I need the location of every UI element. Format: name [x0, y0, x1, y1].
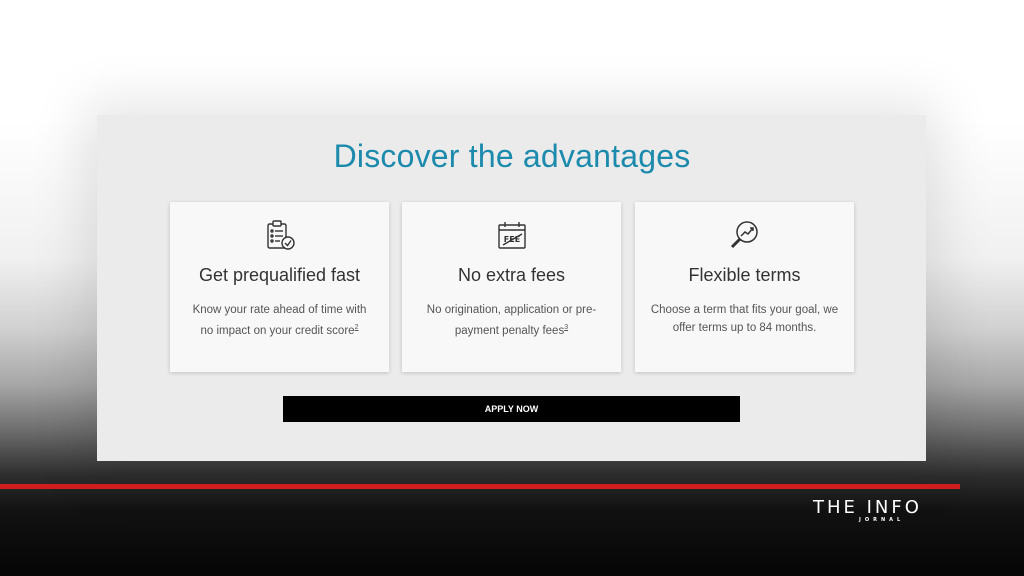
footnote-link[interactable]: 3	[564, 324, 568, 331]
card-description-line: no impact on your credit score2	[184, 319, 375, 340]
checklist-icon	[170, 218, 389, 252]
card-description-line: No origination, application or pre-	[426, 304, 597, 316]
card-description-text: payment penalty fees	[454, 324, 565, 337]
apply-now-button[interactable]: APPLY NOW	[283, 396, 740, 422]
card-heading: Get prequalified fast	[198, 265, 361, 285]
card-description-line: payment penalty fees3	[416, 319, 607, 340]
card-description-text: no impact on your credit score	[200, 324, 355, 337]
card-description-line: Know your rate ahead of time with	[192, 304, 367, 316]
watermark-title: THE INFO	[813, 497, 922, 518]
card-description: Know your rate ahead of time with no imp…	[184, 301, 375, 340]
red-divider	[0, 484, 960, 489]
card-description: No origination, application or pre- paym…	[416, 301, 607, 340]
card-heading: Flexible terms	[688, 265, 801, 285]
advantage-card-terms: Flexible terms Choose a term that fits y…	[635, 202, 854, 372]
card-description: Choose a term that fits your goal, we of…	[649, 301, 840, 337]
footnote-link[interactable]: 2	[355, 324, 359, 331]
card-heading: No extra fees	[457, 265, 566, 285]
advantage-card-prequalified: Get prequalified fast Know your rate ahe…	[170, 202, 389, 372]
section-title: Discover the advantages	[333, 138, 691, 174]
card-description-line: Choose a term that fits your goal, we	[650, 304, 839, 316]
advantage-card-fees: FEE No extra fees No origination, applic…	[402, 202, 621, 372]
watermark-subtitle: JORNAL	[859, 517, 905, 523]
fee-calendar-icon: FEE	[402, 218, 621, 252]
watermark-logo: THE INFO JORNAL	[813, 497, 959, 523]
growth-magnifier-icon	[635, 218, 854, 252]
card-description-line: offer terms up to 84 months.	[672, 322, 817, 334]
